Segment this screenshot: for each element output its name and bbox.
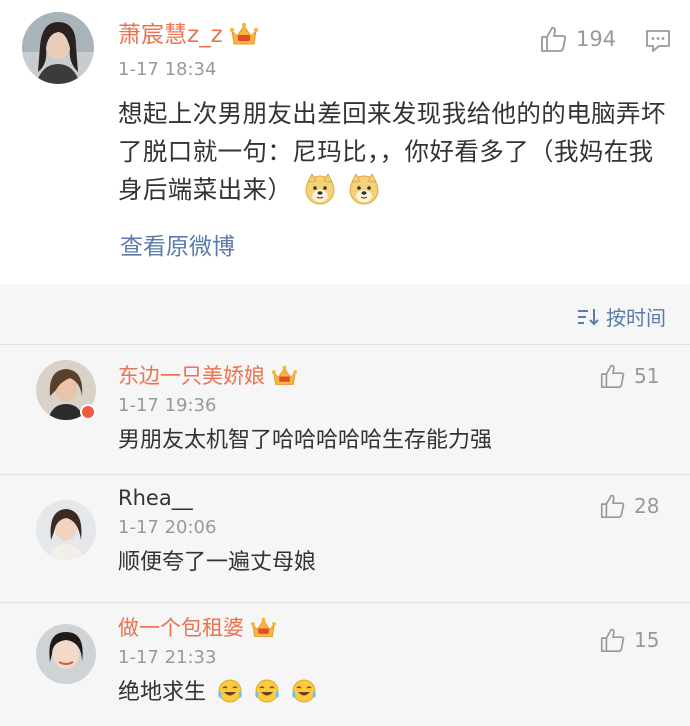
- post-like-count: 194: [576, 27, 617, 51]
- thumbs-up-icon: [600, 364, 625, 389]
- post-username[interactable]: 萧宸慧z_z: [118, 20, 259, 50]
- laugh-cry-emoji-icon: [292, 679, 316, 703]
- doge-emoji-icon: [349, 172, 379, 205]
- main-post: 萧宸慧z_z 1-17 18:34 194 想起上次男朋友出差回来发现我给他的的…: [0, 0, 690, 284]
- view-original-link[interactable]: 查看原微博: [120, 232, 235, 262]
- comment-item: 做一个包租婆 1-17 21:33 绝地求生 15: [0, 602, 690, 726]
- comment-item: Rhea__ 1-17 20:06 顺便夸了一遍丈母娘 28: [0, 474, 690, 602]
- comment-username[interactable]: 做一个包租婆: [118, 614, 277, 642]
- comment-icon: [646, 30, 670, 52]
- laugh-cry-emoji-icon: [255, 679, 279, 703]
- post-body: 想起上次男朋友出差回来发现我给他的的电脑弄坏了脱口就一句：尼玛比，，你好看多了（…: [118, 95, 666, 209]
- post-body-text: 想起上次男朋友出差回来发现我给他的的电脑弄坏了脱口就一句：尼玛比，，你好看多了（…: [118, 99, 666, 204]
- comment-username[interactable]: 东边一只美娇娘: [118, 362, 298, 390]
- comment-body: 绝地求生: [118, 678, 317, 708]
- comment-text: 绝地求生: [118, 680, 207, 705]
- thumbs-up-icon: [600, 494, 625, 519]
- comment-avatar[interactable]: [36, 624, 96, 684]
- comment-username[interactable]: Rhea__: [118, 484, 193, 512]
- comment-username-text[interactable]: 东边一只美娇娘: [118, 362, 265, 390]
- comment-like-button[interactable]: 28: [598, 492, 659, 520]
- comment-item: 东边一只美娇娘 1-17 19:36 男朋友太机智了哈哈哈哈哈生存能力强 51: [0, 344, 690, 472]
- vip-crown-icon: [250, 617, 277, 637]
- vip-crown-icon: [271, 365, 298, 385]
- thumbs-up-icon: [541, 26, 567, 52]
- laugh-cry-emoji-icon: [218, 679, 242, 703]
- comment-like-button[interactable]: 51: [598, 362, 659, 390]
- post-like-button[interactable]: 194: [538, 24, 616, 54]
- comment-timestamp: 1-17 20:06: [118, 517, 217, 538]
- comment-username-text[interactable]: 做一个包租婆: [118, 614, 244, 642]
- comment-like-count: 15: [634, 628, 660, 652]
- comment-like-count: 51: [634, 364, 660, 388]
- post-timestamp: 1-17 18:34: [118, 59, 217, 80]
- thumbs-up-icon: [600, 628, 625, 653]
- comment-username-text[interactable]: Rhea__: [118, 484, 193, 512]
- post-avatar[interactable]: [22, 12, 94, 84]
- comment-text: 男朋友太机智了哈哈哈哈哈生存能力强: [118, 428, 493, 453]
- vip-crown-icon: [229, 22, 258, 45]
- post-username-text[interactable]: 萧宸慧z_z: [118, 20, 223, 50]
- doge-emoji-icon: [305, 172, 335, 205]
- comment-timestamp: 1-17 19:36: [118, 395, 217, 416]
- sort-icon: [578, 308, 599, 325]
- verified-badge-icon: [80, 404, 96, 420]
- comment-button[interactable]: [645, 28, 671, 54]
- comments-section: 按时间 东边一只美娇娘 1-17 19:36 男朋友太机智了哈哈哈哈哈生存能力强…: [0, 284, 690, 726]
- comment-like-button[interactable]: 15: [598, 626, 659, 654]
- comment-timestamp: 1-17 21:33: [118, 647, 217, 668]
- comment-like-count: 28: [634, 494, 660, 518]
- sort-label: 按时间: [606, 306, 666, 330]
- comment-avatar[interactable]: [36, 500, 96, 560]
- sort-by-time-button[interactable]: 按时间: [576, 302, 666, 331]
- comment-text: 顺便夸了一遍丈母娘: [118, 550, 317, 575]
